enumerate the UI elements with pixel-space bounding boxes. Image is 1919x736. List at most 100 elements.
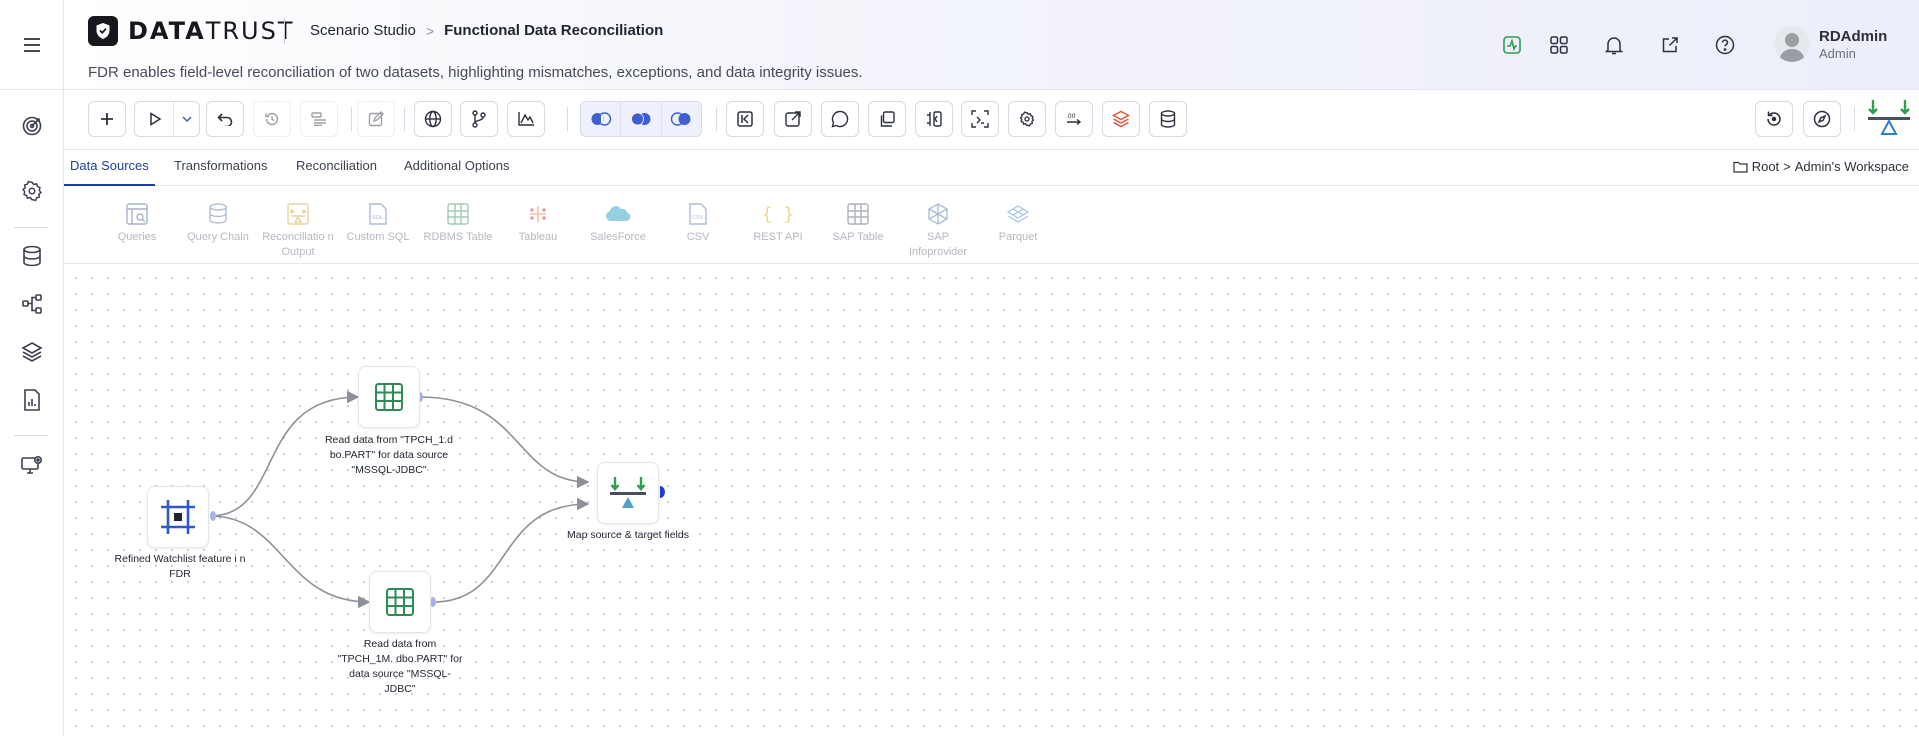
undo-button[interactable] bbox=[206, 101, 244, 137]
nav-database[interactable] bbox=[20, 244, 44, 268]
gear-icon bbox=[1019, 111, 1035, 127]
reconcile-button[interactable] bbox=[1866, 98, 1912, 140]
page-subtitle: FDR enables field-level reconciliation o… bbox=[88, 64, 863, 81]
nav-hierarchy[interactable] bbox=[20, 292, 44, 316]
palette-item-rest-api[interactable]: { } REST API bbox=[741, 202, 815, 245]
flow-node-map[interactable] bbox=[597, 462, 659, 524]
palette-item-rdbms-table[interactable]: RDBMS Table bbox=[421, 202, 495, 245]
history-button[interactable] bbox=[253, 101, 291, 137]
folder-icon bbox=[1733, 161, 1748, 173]
flow-node-source1[interactable] bbox=[358, 366, 420, 428]
svg-text:CSV: CSV bbox=[692, 215, 703, 221]
run-options-dropdown[interactable] bbox=[173, 102, 199, 136]
target-icon bbox=[22, 116, 42, 136]
palette-item-csv[interactable]: CSV CSV bbox=[661, 202, 735, 245]
chevron-down-icon bbox=[181, 116, 192, 122]
parquet-icon bbox=[1006, 205, 1030, 223]
open-external-button[interactable] bbox=[1657, 32, 1683, 58]
split-button[interactable] bbox=[915, 101, 953, 137]
palette-item-parquet[interactable]: Parquet bbox=[981, 202, 1055, 245]
compass-icon bbox=[1813, 110, 1831, 128]
nav-settings[interactable] bbox=[20, 179, 44, 203]
edit-button[interactable] bbox=[357, 101, 395, 137]
table-icon bbox=[386, 588, 414, 616]
palette-item-custom-sql[interactable]: SQL Custom SQL bbox=[341, 202, 415, 245]
report-icon bbox=[24, 389, 40, 411]
nav-target[interactable] bbox=[20, 114, 44, 138]
palette-item-sap-infoprovider[interactable]: SAP Infoprovider bbox=[901, 202, 975, 260]
branch-button[interactable] bbox=[460, 101, 498, 137]
nav-layers[interactable] bbox=[20, 340, 44, 364]
comment-button[interactable] bbox=[821, 101, 859, 137]
chart-button[interactable] bbox=[507, 101, 545, 137]
first-button[interactable] bbox=[726, 101, 764, 137]
palette-item-salesforce[interactable]: SalesForce bbox=[581, 202, 655, 245]
query-chain-icon bbox=[209, 203, 227, 224]
join-inner-button[interactable] bbox=[621, 102, 662, 136]
user-avatar-icon bbox=[1779, 33, 1805, 62]
flow-node-start[interactable] bbox=[147, 486, 209, 548]
palette-item-reconciliation-output[interactable]: Reconciliatio n Output bbox=[261, 202, 335, 260]
activity-icon bbox=[1503, 36, 1521, 54]
stack-button[interactable] bbox=[1102, 101, 1140, 137]
run-button[interactable] bbox=[134, 101, 200, 137]
hierarchy-icon bbox=[22, 294, 42, 314]
activity-button[interactable] bbox=[1499, 32, 1525, 58]
sequence-icon: .00 bbox=[1066, 113, 1082, 126]
palette-item-queries[interactable]: Queries bbox=[100, 202, 174, 245]
notifications-button[interactable] bbox=[1601, 32, 1627, 58]
nav-reports[interactable] bbox=[20, 388, 44, 412]
globe-button[interactable] bbox=[414, 101, 452, 137]
sap-infoprovider-icon bbox=[928, 203, 948, 225]
scan-icon bbox=[971, 110, 989, 128]
tab-data-sources[interactable]: Data Sources bbox=[64, 150, 155, 186]
tab-additional-options[interactable]: Additional Options bbox=[398, 150, 516, 186]
toolbar: .00 bbox=[64, 90, 1919, 150]
workspace-root: Root bbox=[1751, 159, 1780, 174]
add-button[interactable] bbox=[88, 101, 126, 137]
tab-transformations[interactable]: Transformations bbox=[168, 150, 273, 186]
palette-item-sap-table[interactable]: SAP Table bbox=[821, 202, 895, 245]
page-title: Functional Data Reconciliation bbox=[444, 22, 664, 39]
table-icon bbox=[375, 383, 403, 411]
edit-icon bbox=[368, 111, 384, 127]
bell-icon bbox=[1605, 37, 1623, 55]
user-name[interactable]: RDAdmin bbox=[1819, 28, 1887, 45]
apps-grid-icon bbox=[1550, 36, 1568, 54]
menu-icon bbox=[24, 37, 40, 52]
edge-source2-map bbox=[432, 497, 590, 603]
breadcrumb-studio[interactable]: Scenario Studio bbox=[310, 22, 416, 39]
help-button[interactable] bbox=[1712, 32, 1738, 58]
flow-node-source1-label: Read data from "TPCH_1.d bo.PART" for da… bbox=[324, 434, 454, 476]
nav-monitor[interactable] bbox=[20, 453, 44, 477]
datatrust-logo[interactable]: DATATRUST bbox=[88, 16, 295, 46]
copy-button[interactable] bbox=[868, 101, 906, 137]
counter-button[interactable]: .00 bbox=[1055, 101, 1093, 137]
tab-bar: Data Sources Transformations Reconciliat… bbox=[64, 150, 1919, 186]
flow-node-start-label: Refined Watchlist feature i n FDR bbox=[114, 553, 246, 580]
palette-item-query-chain[interactable]: Query Chain bbox=[181, 202, 255, 245]
line-chart-icon bbox=[518, 112, 534, 126]
palette-item-tableau[interactable]: Tableau bbox=[501, 202, 575, 245]
flow-node-source2[interactable] bbox=[369, 571, 431, 633]
svg-text:SQL: SQL bbox=[372, 215, 384, 221]
list-button[interactable] bbox=[300, 101, 338, 137]
menu-button[interactable] bbox=[0, 0, 64, 90]
tab-reconciliation[interactable]: Reconciliation bbox=[290, 150, 383, 186]
join-left-button[interactable] bbox=[581, 102, 622, 136]
workspace-path[interactable]: Root > Admin's Workspace bbox=[1733, 159, 1909, 174]
node-settings-button[interactable] bbox=[1008, 101, 1046, 137]
run-main[interactable] bbox=[135, 102, 175, 136]
storage-button[interactable] bbox=[1149, 101, 1187, 137]
queries-icon bbox=[126, 203, 148, 225]
join-right-button[interactable] bbox=[662, 102, 701, 136]
flow-canvas[interactable]: Refined Watchlist feature i n FDR Read d… bbox=[64, 264, 1919, 736]
compass-button[interactable] bbox=[1803, 101, 1841, 137]
avatar[interactable] bbox=[1774, 26, 1810, 62]
refresh-history-button[interactable] bbox=[1755, 101, 1793, 137]
scan-button[interactable] bbox=[961, 101, 999, 137]
apps-button[interactable] bbox=[1546, 32, 1572, 58]
export-button[interactable] bbox=[774, 101, 812, 137]
database-icon bbox=[1160, 110, 1176, 128]
join-left-icon bbox=[591, 112, 611, 126]
